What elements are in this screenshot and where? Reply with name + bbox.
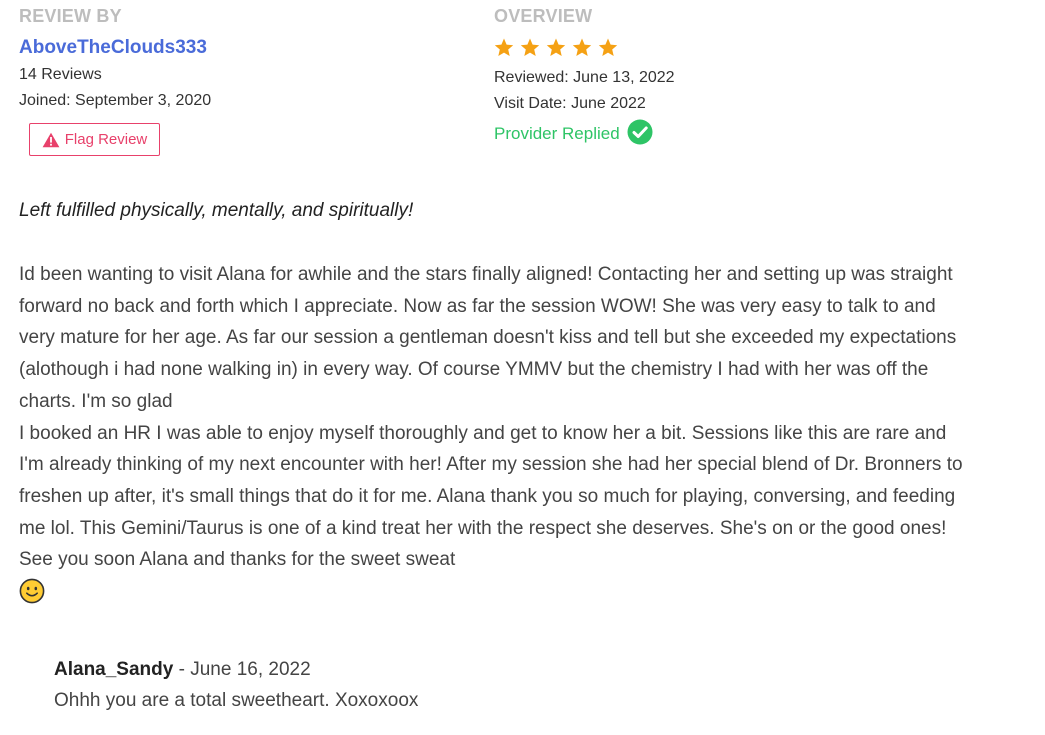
reply-body: Ohhh you are a total sweetheart. Xoxoxoo… [54,690,419,711]
flag-review-button[interactable]: Flag Review [29,123,160,156]
star-rating [494,36,914,58]
reviews-count: 14 Reviews [19,66,102,83]
flag-review-label: Flag Review [64,131,148,148]
review-paragraph: Id been wanting to visit Alana for awhil… [19,264,957,412]
review-card: REVIEW BY AboveTheClouds333 14 Reviews J… [0,0,1045,735]
overview-section: OVERVIEW Reviewed: June 13, 2022 Visit D… [494,4,914,148]
warning-icon [42,132,60,148]
visit-date: Visit Date: June 2022 [494,95,646,112]
star-icon [546,38,566,57]
star-icon [572,38,592,57]
star-icon [494,38,514,57]
review-title: Left fulfilled physically, mentally, and… [19,200,414,221]
review-by-section: REVIEW BY AboveTheClouds333 14 Reviews J… [19,4,439,156]
provider-reply: Alana_Sandy - June 16, 2022 Ohhh you are… [54,655,954,717]
reply-date: June 16, 2022 [190,659,311,680]
smiling-face-icon [19,578,45,615]
review-body: Id been wanting to visit Alana for awhil… [19,259,969,615]
reply-author: Alana_Sandy [54,659,174,680]
reviewed-date: Reviewed: June 13, 2022 [494,69,675,86]
joined-date: Joined: September 3, 2020 [19,92,212,109]
reply-separator: - [173,659,191,680]
overview-heading: OVERVIEW [494,6,593,26]
star-icon [520,38,540,57]
check-circle-icon [627,119,653,150]
reviewer-name-link[interactable]: AboveTheClouds333 [19,36,207,60]
provider-replied-status: Provider Replied [494,119,914,150]
star-icon [598,38,618,57]
review-paragraph: I booked an HR I was able to enjoy mysel… [19,422,963,571]
reply-header: Alana_Sandy - June 16, 2022 [54,655,954,685]
provider-replied-label: Provider Replied [494,124,620,143]
review-by-heading: REVIEW BY [19,6,122,26]
